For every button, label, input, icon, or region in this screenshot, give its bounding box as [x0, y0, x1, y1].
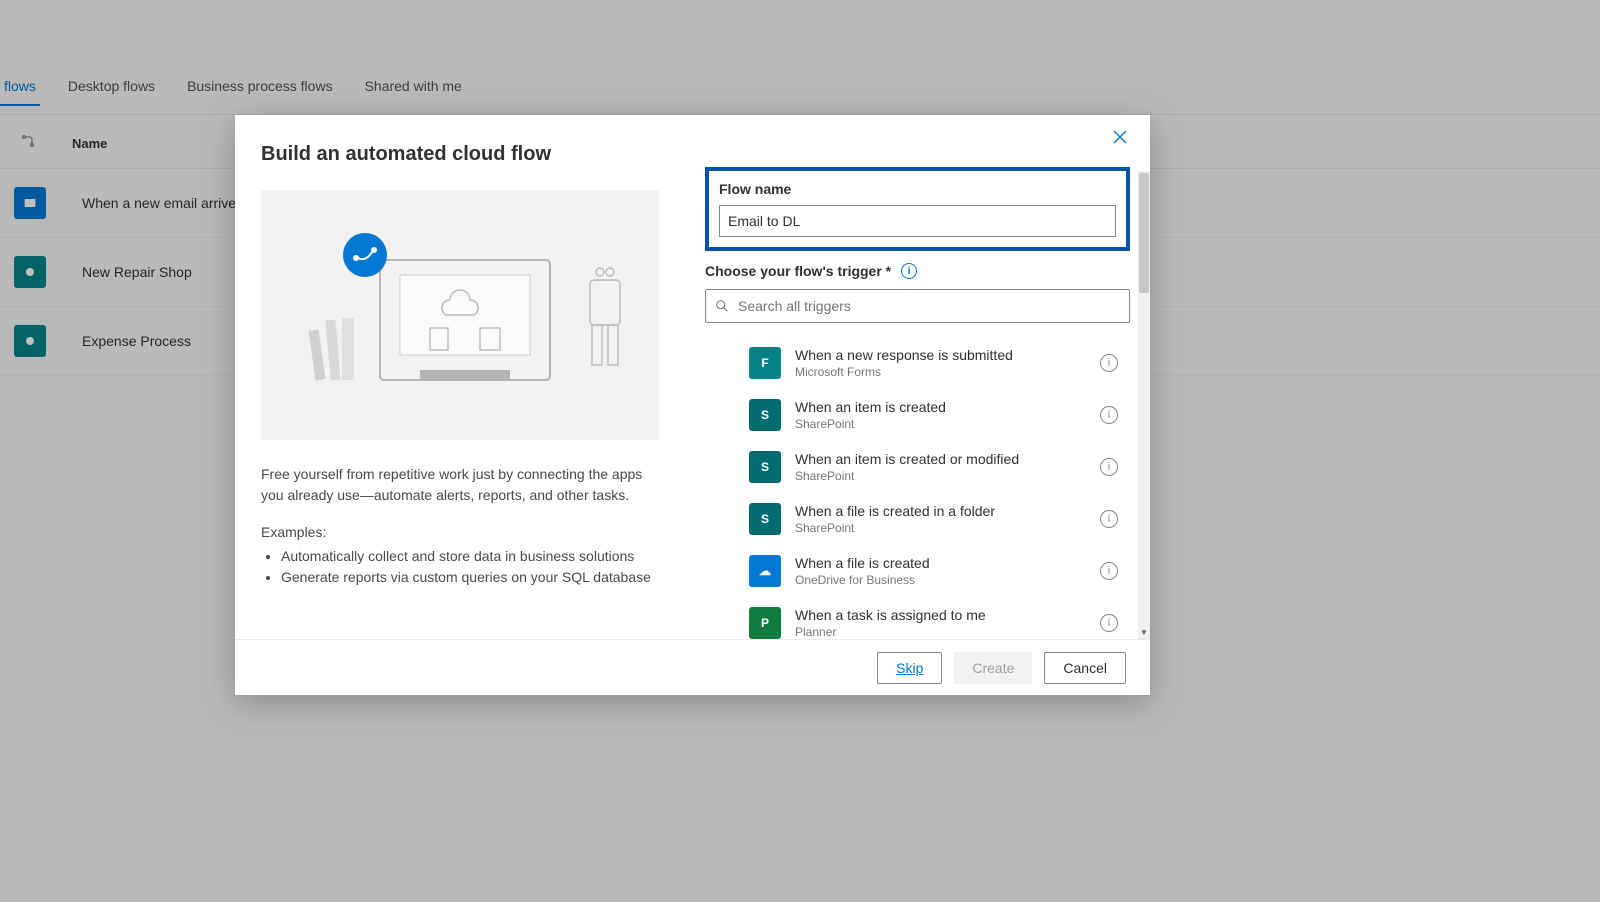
trigger-connector: SharePoint	[795, 469, 1100, 483]
close-button[interactable]	[1104, 121, 1136, 153]
forms-icon: F	[749, 347, 781, 379]
info-icon[interactable]: i	[1100, 614, 1118, 632]
info-icon[interactable]: i	[1100, 510, 1118, 528]
flow-name-label: Flow name	[719, 181, 1116, 197]
trigger-connector: SharePoint	[795, 521, 1100, 535]
sharepoint-icon: S	[749, 451, 781, 483]
modal-right-panel: Flow name Choose your flow's trigger * i…	[685, 115, 1150, 639]
create-button[interactable]: Create	[954, 652, 1032, 684]
example-item: Automatically collect and store data in …	[281, 546, 659, 567]
modal-title: Build an automated cloud flow	[261, 143, 659, 166]
trigger-title: When a file is created	[795, 555, 1100, 571]
trigger-section-label: Choose your flow's trigger * i	[705, 263, 1130, 279]
trigger-title: When a file is created in a folder	[795, 503, 1100, 519]
scroll-down-icon[interactable]: ▼	[1138, 625, 1150, 639]
flow-name-input[interactable]	[719, 205, 1116, 237]
trigger-option[interactable]: ☁ When a file is created OneDrive for Bu…	[705, 545, 1130, 597]
trigger-title: When an item is created	[795, 399, 1100, 415]
onedrive-icon: ☁	[749, 555, 781, 587]
modal-description: Free yourself from repetitive work just …	[261, 464, 659, 506]
trigger-option[interactable]: P When a task is assigned to me Planner …	[705, 597, 1130, 639]
cancel-button[interactable]: Cancel	[1044, 652, 1126, 684]
example-item: Generate reports via custom queries on y…	[281, 567, 659, 588]
info-icon[interactable]: i	[1100, 406, 1118, 424]
trigger-title: When a new response is submitted	[795, 347, 1100, 363]
trigger-option[interactable]: S When an item is created SharePoint i	[705, 389, 1130, 441]
examples-label: Examples:	[261, 524, 659, 540]
flow-name-highlight: Flow name	[705, 167, 1130, 251]
modal-footer: Skip Create Cancel	[235, 639, 1150, 695]
planner-icon: P	[749, 607, 781, 639]
modal-left-panel: Build an automated cloud flow	[235, 115, 685, 639]
trigger-label-text: Choose your flow's trigger *	[705, 263, 891, 279]
info-icon[interactable]: i	[1100, 562, 1118, 580]
create-flow-modal: Build an automated cloud flow	[235, 115, 1150, 695]
trigger-option[interactable]: S When a file is created in a folder Sha…	[705, 493, 1130, 545]
trigger-search-input[interactable]	[738, 298, 1121, 314]
trigger-title: When an item is created or modified	[795, 451, 1100, 467]
trigger-search-box[interactable]	[705, 289, 1130, 323]
trigger-connector: Microsoft Forms	[795, 365, 1100, 379]
trigger-option[interactable]: S When an item is created or modified Sh…	[705, 441, 1130, 493]
trigger-option[interactable]: F When a new response is submitted Micro…	[705, 337, 1130, 389]
trigger-connector: OneDrive for Business	[795, 573, 1100, 587]
scroll-thumb[interactable]	[1139, 173, 1149, 293]
info-icon[interactable]: i	[1100, 458, 1118, 476]
examples-list: Automatically collect and store data in …	[281, 546, 659, 588]
trigger-title: When a task is assigned to me	[795, 607, 1100, 623]
scrollbar[interactable]: ▲ ▼	[1138, 171, 1150, 639]
search-icon	[714, 298, 730, 314]
info-icon[interactable]: i	[901, 263, 917, 279]
close-icon	[1113, 130, 1127, 144]
trigger-list: F When a new response is submitted Micro…	[705, 337, 1130, 639]
info-icon[interactable]: i	[1100, 354, 1118, 372]
skip-button[interactable]: Skip	[877, 652, 942, 684]
trigger-connector: Planner	[795, 625, 1100, 639]
flow-illustration	[261, 190, 659, 440]
sharepoint-icon: S	[749, 399, 781, 431]
trigger-connector: SharePoint	[795, 417, 1100, 431]
sharepoint-icon: S	[749, 503, 781, 535]
